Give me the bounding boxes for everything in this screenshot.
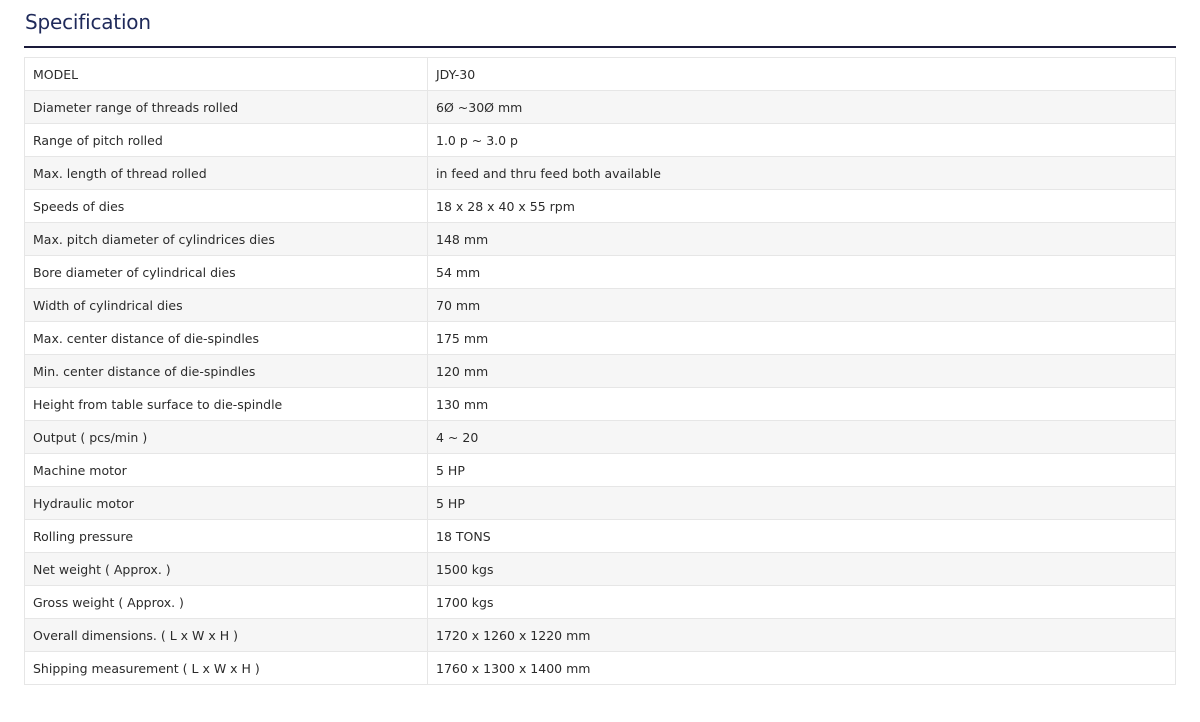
table-row: Range of pitch rolled 1.0 p ~ 3.0 p (24, 123, 1176, 157)
spec-value: 120 mm (427, 354, 1176, 388)
spec-value: 54 mm (427, 255, 1176, 289)
spec-label: Max. length of thread rolled (24, 156, 428, 190)
spec-value: 18 TONS (427, 519, 1176, 553)
spec-label: Output ( pcs/min ) (24, 420, 428, 454)
spec-label: Min. center distance of die-spindles (24, 354, 428, 388)
spec-table: MODEL JDY-30 Diameter range of threads rol… (24, 57, 1176, 685)
spec-value: 1720 x 1260 x 1220 mm (427, 618, 1176, 652)
table-row: Machine motor 5 HP (24, 453, 1176, 487)
spec-label: Overall dimensions. ( L x W x H ) (24, 618, 428, 652)
spec-label: Width of cylindrical dies (24, 288, 428, 322)
spec-label: Bore diameter of cylindrical dies (24, 255, 428, 289)
table-row: Shipping measurement ( L x W x H ) 1760 x… (24, 651, 1176, 685)
table-row: Min. center distance of die-spindles 120 … (24, 354, 1176, 388)
section-title: Specification (25, 10, 151, 34)
spec-label: Max. center distance of die-spindles (24, 321, 428, 355)
table-row: Width of cylindrical dies 70 mm (24, 288, 1176, 322)
spec-value: 1.0 p ~ 3.0 p (427, 123, 1176, 157)
spec-label: Gross weight ( Approx. ) (24, 585, 428, 619)
table-row: Diameter range of threads rolled 6Ø ~30Ø … (24, 90, 1176, 124)
spec-value: 4 ~ 20 (427, 420, 1176, 454)
spec-value: 6Ø ~30Ø mm (427, 90, 1176, 124)
table-row: MODEL JDY-30 (24, 57, 1176, 91)
spec-table-body: MODEL JDY-30 Diameter range of threads rol… (24, 57, 1176, 685)
spec-value: 1700 kgs (427, 585, 1176, 619)
spec-value: 70 mm (427, 288, 1176, 322)
spec-label: Range of pitch rolled (24, 123, 428, 157)
spec-value: 1760 x 1300 x 1400 mm (427, 651, 1176, 685)
spec-label: Shipping measurement ( L x W x H ) (24, 651, 428, 685)
table-row: Output ( pcs/min ) 4 ~ 20 (24, 420, 1176, 454)
spec-value: 175 mm (427, 321, 1176, 355)
spec-value: JDY-30 (427, 57, 1176, 91)
spec-label: Net weight ( Approx. ) (24, 552, 428, 586)
spec-label: Speeds of dies (24, 189, 428, 223)
spec-value: 148 mm (427, 222, 1176, 256)
table-row: Max. length of thread rolled in feed and … (24, 156, 1176, 190)
table-row: Height from table surface to die-spindle… (24, 387, 1176, 421)
table-row: Rolling pressure 18 TONS (24, 519, 1176, 553)
spec-value: 5 HP (427, 486, 1176, 520)
spec-label: Diameter range of threads rolled (24, 90, 428, 124)
spec-label: Max. pitch diameter of cylindrices dies (24, 222, 428, 256)
spec-label: MODEL (24, 57, 428, 91)
spec-value: 18 x 28 x 40 x 55 rpm (427, 189, 1176, 223)
table-row: Hydraulic motor 5 HP (24, 486, 1176, 520)
spec-label: Rolling pressure (24, 519, 428, 553)
spec-label: Machine motor (24, 453, 428, 487)
table-row: Overall dimensions. ( L x W x H ) 1720 x … (24, 618, 1176, 652)
table-row: Max. pitch diameter of cylindrices dies 1… (24, 222, 1176, 256)
table-row: Net weight ( Approx. ) 1500 kgs (24, 552, 1176, 586)
table-row: Gross weight ( Approx. ) 1700 kgs (24, 585, 1176, 619)
spec-label: Hydraulic motor (24, 486, 428, 520)
spec-value: in feed and thru feed both available (427, 156, 1176, 190)
spec-value: 130 mm (427, 387, 1176, 421)
table-row: Bore diameter of cylindrical dies 54 mm (24, 255, 1176, 289)
spec-section: Specification MODEL JDY-30 Diameter range … (24, 0, 1176, 685)
table-row: Max. center distance of die-spindles 175 … (24, 321, 1176, 355)
section-heading: Specification (24, 0, 1176, 48)
spec-label: Height from table surface to die-spindle (24, 387, 428, 421)
table-row: Speeds of dies 18 x 28 x 40 x 55 rpm (24, 189, 1176, 223)
spec-value: 1500 kgs (427, 552, 1176, 586)
spec-value: 5 HP (427, 453, 1176, 487)
